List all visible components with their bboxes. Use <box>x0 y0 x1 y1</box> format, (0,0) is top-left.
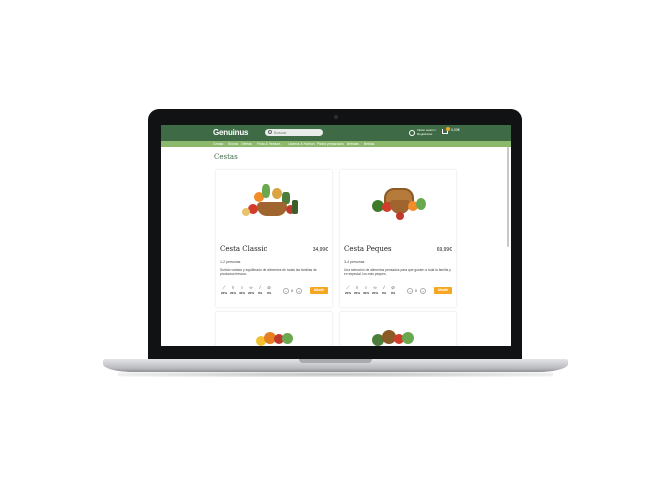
product-image[interactable] <box>218 172 330 238</box>
page-title: Cestas <box>214 153 238 161</box>
product-description: Surtido variado y equilibrado de aliment… <box>220 268 317 277</box>
nutrition-percent: 20% <box>353 291 360 295</box>
cart-badge <box>446 127 450 131</box>
nutrition-percent: 0% <box>390 291 396 295</box>
scrollbar[interactable] <box>507 147 509 247</box>
qty-value: 0 <box>415 289 417 293</box>
add-to-cart-button[interactable]: Añadir <box>310 287 328 294</box>
product-persons: 1-2 personas <box>220 260 241 264</box>
qty-value: 0 <box>291 289 293 293</box>
product-card[interactable] <box>216 312 332 346</box>
login-link[interactable]: Iniciar sesión / Registrarse <box>417 128 439 136</box>
browser-screen: Genuinus Buscar Iniciar sesión / Registr… <box>161 125 511 346</box>
user-icon[interactable] <box>409 130 415 136</box>
nav-item[interactable]: Bebida <box>364 141 374 147</box>
qty-decrease-button[interactable]: − <box>407 288 413 294</box>
nutrition-percent: 20% <box>371 291 378 295</box>
cart-total: 0,00€ <box>451 128 460 132</box>
product-card[interactable] <box>340 312 456 346</box>
nutrition-percent: 0% <box>381 291 387 295</box>
nutrition-percent: 20% <box>220 291 227 295</box>
nutrition-percent: 0% <box>257 291 263 295</box>
qty-decrease-button[interactable]: − <box>283 288 289 294</box>
product-image[interactable] <box>342 172 454 238</box>
category-nav: Cestas Envíos Ofertas Fruta & Verdura Lá… <box>161 141 511 147</box>
search-input[interactable]: Buscar <box>265 129 323 136</box>
nav-item[interactable]: Envíos <box>228 141 238 147</box>
product-name[interactable]: Cesta Classic <box>220 245 267 253</box>
nav-item[interactable]: Ofertas <box>241 141 252 147</box>
add-to-cart-button[interactable]: Añadir <box>434 287 452 294</box>
product-name[interactable]: Cesta Peques <box>344 245 392 253</box>
site-header: Genuinus Buscar Iniciar sesión / Registr… <box>161 125 511 141</box>
search-icon <box>268 130 272 134</box>
search-placeholder: Buscar <box>274 130 287 135</box>
nutrition-percent: 20% <box>344 291 351 295</box>
basket-illustration <box>372 328 422 346</box>
basket-illustration <box>242 184 300 220</box>
product-price: 34,99€ <box>312 247 328 253</box>
nutrition-percent: 20% <box>247 291 254 295</box>
site-logo[interactable]: Genuinus <box>213 128 248 137</box>
product-description: Una selección de alimentos pensados para… <box>344 268 451 277</box>
qty-increase-button[interactable]: + <box>420 288 426 294</box>
product-card[interactable]: Cesta Peques 69,99€ 3-4 personas Una sel… <box>340 170 456 307</box>
nutrition-percent: 20% <box>229 291 236 295</box>
nutrition-percent: 30% <box>238 291 245 295</box>
laptop-shadow <box>118 372 553 377</box>
nav-item[interactable]: Bebidas <box>347 141 359 147</box>
product-persons: 3-4 personas <box>344 260 365 264</box>
nav-item[interactable]: Cestas <box>213 141 223 147</box>
nav-item[interactable]: Platos preparados <box>317 141 344 147</box>
nav-item[interactable]: Lácteos & Huevos <box>288 141 315 147</box>
product-price: 69,99€ <box>436 247 452 253</box>
nutrition-percent: 0% <box>266 291 272 295</box>
nutrition-icons: ⟋ 20% ◊ 20% ○ 30% ∞ 20% /0% ⊘ 0% <box>344 285 404 297</box>
nutrition-percent: 30% <box>362 291 369 295</box>
nav-item[interactable]: Fruta & Verdura <box>257 141 280 147</box>
basket-illustration <box>256 328 300 346</box>
camera <box>334 115 338 119</box>
nutrition-icons: ⟋ 20% ◊ 20% ○ 30% ∞ 20% /0% ⊘ 0% <box>220 285 280 297</box>
laptop-notch <box>299 359 372 363</box>
basket-illustration <box>372 188 426 222</box>
product-card[interactable]: Cesta Classic 34,99€ 1-2 personas Surtid… <box>216 170 332 307</box>
qty-increase-button[interactable]: + <box>296 288 302 294</box>
